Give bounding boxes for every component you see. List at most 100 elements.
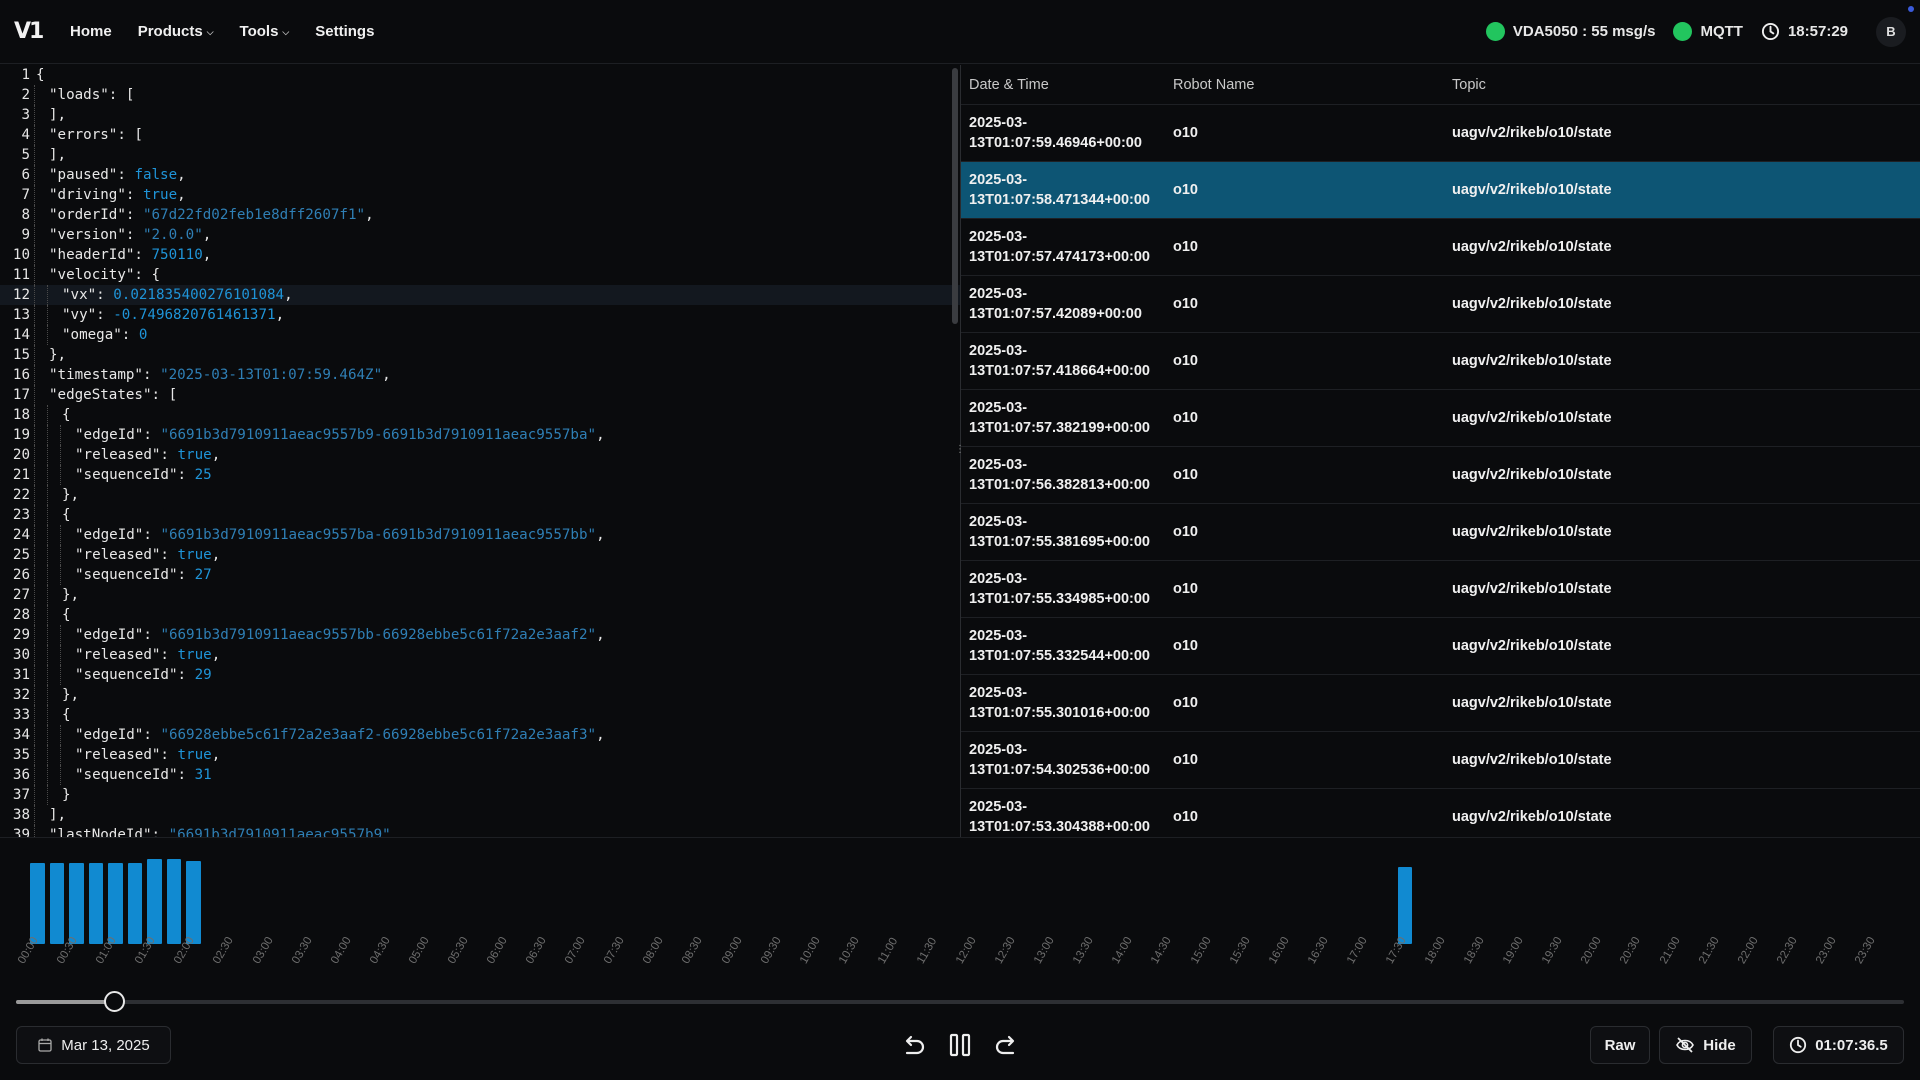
- code-text: "errors": [: [32, 125, 143, 145]
- table-row[interactable]: 2025-03- 13T01:07:57.42089+00:00 o10 uagv/…: [961, 276, 1920, 333]
- activity-bar[interactable]: [49, 863, 65, 944]
- column-header-topic[interactable]: Topic: [1444, 77, 1920, 93]
- cell-date-time: 2025-03- 13T01:07:53.304388+00:00: [969, 799, 1150, 835]
- nav-products[interactable]: Products ⌵: [138, 23, 214, 40]
- json-punctuation: ,: [284, 287, 293, 303]
- table-row[interactable]: 2025-03- 13T01:07:55.301016+00:00 o10 uagv…: [961, 675, 1920, 732]
- indent-guide: [34, 665, 35, 685]
- timeline-tick-label: 07:30: [602, 935, 628, 966]
- indent-guide: [47, 565, 48, 585]
- step-back-button[interactable]: [897, 1028, 931, 1062]
- table-row[interactable]: 2025-03- 13T01:07:55.334985+00:00 o10 uagv…: [961, 561, 1920, 618]
- indent-guide: [47, 665, 48, 685]
- app-logo[interactable]: V1: [14, 19, 58, 44]
- table-row[interactable]: 2025-03- 13T01:07:57.418664+00:00 o10 uagv…: [961, 333, 1920, 390]
- line-number: 32: [12, 687, 30, 703]
- playback-slider[interactable]: [16, 991, 1904, 1012]
- activity-bar[interactable]: [108, 863, 123, 944]
- timeline-tick-label: 17:30: [1383, 935, 1409, 966]
- step-forward-button[interactable]: [989, 1028, 1023, 1062]
- table-row[interactable]: 2025-03- 13T01:07:58.471344+00:00 o10 uagv…: [961, 162, 1920, 219]
- indent-guide: [34, 305, 35, 325]
- indent-guide: [60, 765, 61, 785]
- indent-guide: [34, 465, 35, 485]
- indent-guide: [47, 625, 48, 645]
- nav-settings[interactable]: Settings: [315, 23, 374, 40]
- indent-guide: [34, 485, 35, 505]
- timeline-tick-label: 08:00: [641, 935, 667, 966]
- avatar[interactable]: B: [1876, 16, 1906, 47]
- json-viewer[interactable]: 1{2 "loads": [3], 4 "errors": [5], 6 "paused"…: [0, 65, 960, 837]
- table-header: Date & Time Robot Name Topic: [961, 65, 1920, 105]
- line-number: 19: [12, 427, 30, 443]
- activity-bar[interactable]: [147, 858, 162, 944]
- line-number: 16: [12, 367, 30, 383]
- timeline-tick-label: 09:00: [719, 935, 745, 966]
- table-row[interactable]: 2025-03- 13T01:07:55.332544+00:00 o10 uagv…: [961, 618, 1920, 675]
- calendar-icon: [38, 1038, 52, 1052]
- mqtt-status[interactable]: MQTT: [1673, 22, 1743, 41]
- nav-home[interactable]: Home: [70, 23, 112, 40]
- table-row[interactable]: 2025-03- 13T01:07:55.381695+00:00 o10 uagv…: [961, 504, 1920, 561]
- hide-button[interactable]: Hide: [1659, 1026, 1752, 1064]
- code-text: ],: [32, 105, 66, 125]
- activity-bar[interactable]: [166, 859, 182, 944]
- table-row[interactable]: 2025-03- 13T01:07:56.382813+00:00 o10 uagv…: [961, 447, 1920, 504]
- playback-slider-thumb[interactable]: [104, 991, 126, 1012]
- table-row[interactable]: 2025-03- 13T01:07:57.382199+00:00 o10 uagv…: [961, 390, 1920, 447]
- indent-guide: [34, 645, 35, 665]
- timeline-tick-label: 18:00: [1423, 935, 1448, 966]
- cell-robot-name: o10: [1173, 410, 1198, 426]
- json-key: "driving": [49, 187, 126, 203]
- activity-bar[interactable]: [30, 863, 45, 944]
- json-key: "edgeStates": [49, 387, 152, 403]
- code-text: "edgeId": "66928ebbe5c61f72a2e3aaf2-6692…: [32, 725, 605, 745]
- json-key: "released": [75, 447, 161, 463]
- date-picker-button[interactable]: Mar 13, 2025: [16, 1026, 171, 1064]
- activity-bar[interactable]: [186, 861, 201, 944]
- code-line: 19 "edgeId": "6691b3d7910911aeac9557b9-66…: [0, 425, 960, 445]
- json-viewer-scrollbar[interactable]: [952, 68, 958, 324]
- code-text: },: [32, 345, 66, 365]
- table-row[interactable]: 2025-03- 13T01:07:57.474173+00:00 o10 uagv…: [961, 219, 1920, 276]
- json-punctuation: ,: [211, 647, 221, 663]
- indent-guide: [47, 785, 48, 805]
- column-header-robot-name[interactable]: Robot Name: [1165, 77, 1444, 93]
- indent-guide: [60, 665, 61, 685]
- pause-button[interactable]: [943, 1028, 977, 1062]
- cell-topic: uagv/v2/rikeb/o10/state: [1452, 239, 1612, 255]
- json-value: "6691b3d7910911aeac9557bb-66928ebbe5c61f…: [160, 627, 597, 643]
- indent-guide: [34, 805, 35, 825]
- cell-robot-name: o10: [1173, 581, 1198, 597]
- activity-bar[interactable]: [88, 863, 104, 944]
- current-time-button[interactable]: 01:07:36.5: [1773, 1026, 1904, 1064]
- json-punctuation: :: [160, 747, 178, 763]
- column-header-date-time[interactable]: Date & Time: [961, 77, 1165, 93]
- activity-bar[interactable]: [127, 863, 143, 944]
- json-punctuation: ,: [382, 367, 391, 383]
- table-row[interactable]: 2025-03- 13T01:07:54.302536+00:00 o10 uagv…: [961, 732, 1920, 789]
- table-row[interactable]: 2025-03- 13T01:07:53.304388+00:00 o10 uagv…: [961, 789, 1920, 837]
- code-line: 18 {: [0, 405, 960, 425]
- code-line: 4 "errors": [: [0, 125, 960, 145]
- nav-tools[interactable]: Tools ⌵: [240, 23, 290, 40]
- json-punctuation: :: [143, 627, 161, 643]
- indent-guide: [34, 345, 35, 365]
- cell-robot-name: o10: [1173, 353, 1198, 369]
- indent-guide: [34, 745, 35, 765]
- json-key: "version": [49, 227, 126, 243]
- activity-bar[interactable]: [69, 863, 84, 944]
- code-line: 8 "orderId": "67d22fd02feb1e8dff2607f1",: [0, 205, 960, 225]
- code-text: "edgeId": "6691b3d7910911aeac9557ba-6691…: [32, 525, 605, 545]
- vda-status[interactable]: VDA5050 : 55 msg/s: [1485, 22, 1655, 41]
- raw-button[interactable]: Raw: [1590, 1026, 1650, 1064]
- timeline-tick-label: 06:00: [485, 935, 510, 966]
- json-key: "vx": [62, 287, 97, 303]
- timeline-tick-label: 04:00: [328, 935, 354, 966]
- code-text: "sequenceId": 27: [32, 565, 212, 585]
- indent-guide: [34, 105, 35, 125]
- activity-bar[interactable]: [1397, 866, 1413, 944]
- activity-timeline[interactable]: 00:00 00:30 01:00 01:30 02:00 02:30 03:00 03:30…: [0, 837, 1920, 967]
- table-row[interactable]: 2025-03- 13T01:07:59.46946+00:00 o10 uagv/…: [961, 105, 1920, 162]
- code-text: "vy": -0.7496820761461371,: [32, 305, 284, 325]
